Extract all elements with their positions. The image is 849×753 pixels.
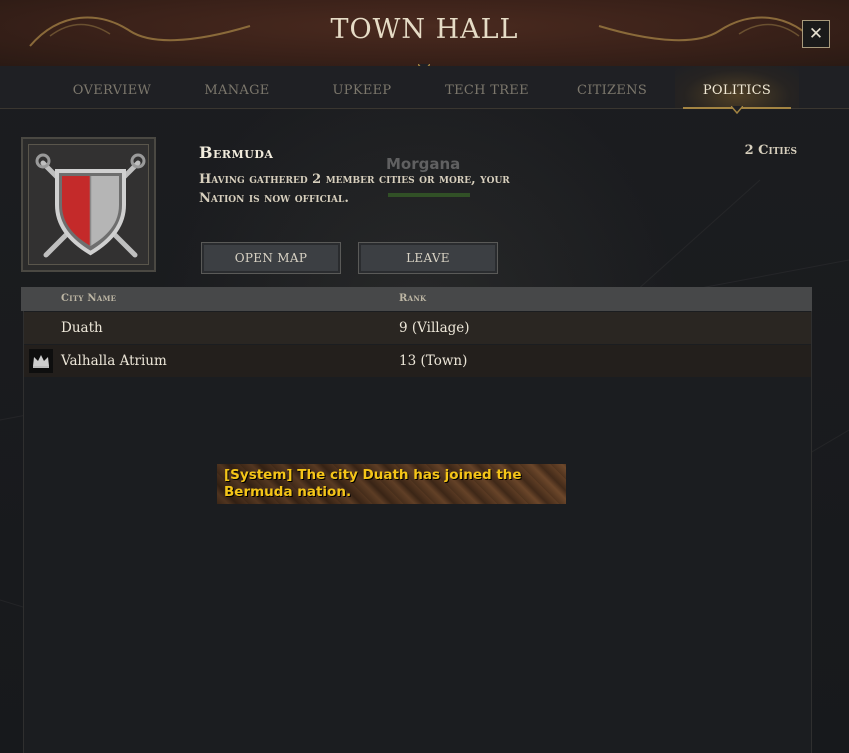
tab-manage[interactable]: MANAGE <box>175 66 299 108</box>
shield-crossed-swords-icon <box>35 153 146 258</box>
crown-icon <box>29 349 53 373</box>
leave-button[interactable]: LEAVE <box>358 242 498 274</box>
tab-bar: OVERVIEW MANAGE UPKEEP TECH TREE CITIZEN… <box>0 66 849 109</box>
open-map-button[interactable]: OPEN MAP <box>201 242 341 274</box>
column-header-city-name[interactable]: City Name <box>61 293 116 304</box>
column-header-rank[interactable]: Rank <box>399 293 426 304</box>
nation-emblem <box>21 137 156 272</box>
table-row[interactable]: Duath 9 (Village) <box>24 312 811 344</box>
tab-citizens[interactable]: CITIZENS <box>550 66 674 108</box>
table-row[interactable]: Valhalla Atrium 13 (Town) <box>24 345 811 377</box>
active-tab-caret-icon <box>731 106 743 114</box>
city-name-cell: Duath <box>61 320 103 336</box>
nation-description: Having gathered 2 member cities or more,… <box>199 172 510 206</box>
city-name-cell: Valhalla Atrium <box>61 353 167 369</box>
system-message-text: [System] The city Duath has joined the B… <box>224 467 522 500</box>
tab-upkeep[interactable]: UPKEEP <box>300 66 424 108</box>
tab-politics[interactable]: POLITICS <box>675 66 799 109</box>
system-message-box: [System] The city Duath has joined the B… <box>217 464 566 504</box>
nation-name: Bermuda <box>199 143 274 162</box>
city-rank-cell: 13 (Town) <box>399 353 468 369</box>
window-header: TOWN HALL ✕ <box>0 0 849 68</box>
table-body: Duath 9 (Village) Valhalla Atrium 13 (To… <box>23 311 812 753</box>
city-rank-cell: 9 (Village) <box>399 320 470 336</box>
cities-count: 2 Cities <box>744 143 797 158</box>
close-button[interactable]: ✕ <box>802 20 830 48</box>
table-header: City Name Rank <box>21 287 812 311</box>
cities-table: City Name Rank Duath 9 (Village) Valhall… <box>21 287 812 753</box>
tab-tech-tree[interactable]: TECH TREE <box>425 66 549 108</box>
tab-overview[interactable]: OVERVIEW <box>50 66 174 108</box>
window-title: TOWN HALL <box>330 14 519 45</box>
